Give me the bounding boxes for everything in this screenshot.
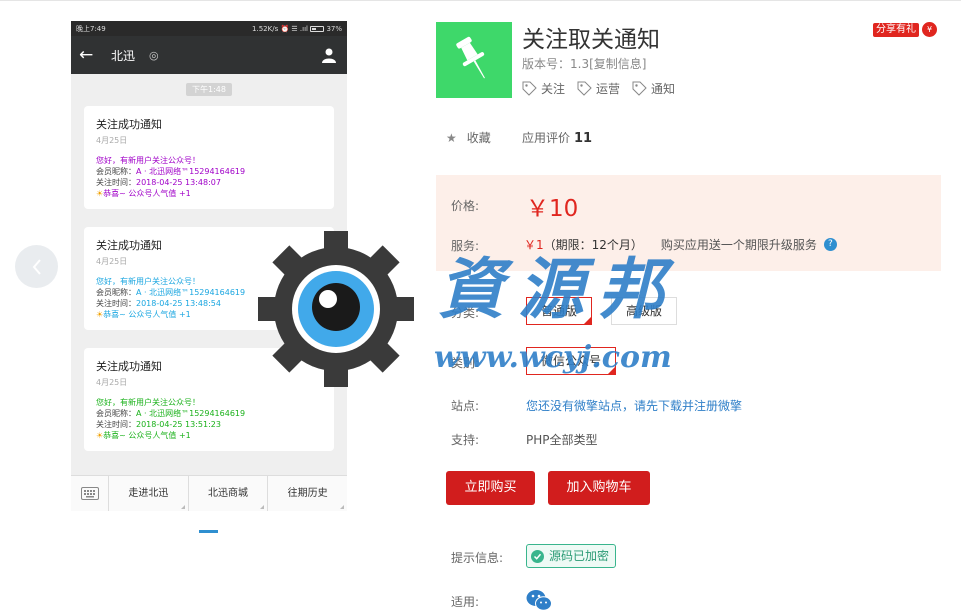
message-time: 2018-04-25 13:48:07	[136, 178, 221, 187]
status-time: 晚上7:49	[76, 24, 106, 33]
location-pin-icon: ◎	[149, 48, 159, 62]
battery-icon	[310, 25, 325, 32]
apply-label: 适用:	[451, 595, 480, 609]
message-nickname: A · 北迅网络™15294164619	[136, 409, 246, 418]
app-rating[interactable]: 应用评价 11	[522, 129, 592, 146]
message-hello: 您好，有新用户关注公众号！	[96, 156, 200, 165]
tag-item[interactable]: 关注	[522, 80, 565, 97]
message-congrats: 恭喜~ 公众号人气值 +1	[103, 310, 191, 319]
tag-icon	[632, 81, 647, 96]
check-icon	[531, 549, 544, 563]
price-label: 价格:	[451, 199, 480, 213]
option-advanced[interactable]: 高级版	[611, 297, 678, 325]
star-icon: ★	[446, 130, 457, 145]
phone-status-bar: 晚上7:49 1.52K/s ⏰ ☰ .ııl 37%	[71, 21, 347, 36]
help-icon[interactable]: ?	[823, 238, 837, 251]
share-reward-label: 分享有礼	[873, 22, 919, 37]
phone-menu-item: 走进北迅	[109, 475, 189, 511]
chevron-left-icon	[32, 258, 41, 275]
tag-item[interactable]: 运营	[577, 80, 620, 97]
buy-now-button[interactable]: 立即购买	[446, 471, 535, 505]
register-site-link[interactable]: 您还没有微擎站点，请先下载并注册微擎	[526, 397, 742, 414]
service-value: ￥1 （期限：12个月） 购买应用送一个期限升级服务 ?	[524, 236, 837, 253]
message-card: 关注成功通知 4月25日 您好，有新用户关注公众号！ 会员昵称：A · 北迅网络…	[84, 106, 334, 209]
encrypted-label: 源码已加密	[549, 549, 610, 563]
message-congrats: 恭喜~ 公众号人气值 +1	[103, 431, 191, 440]
version-number: 1.3	[570, 57, 590, 71]
encrypted-badge: 源码已加密	[526, 544, 617, 568]
pushpin-icon	[456, 36, 485, 79]
app-title: 关注取关通知	[522, 27, 660, 53]
person-icon	[319, 45, 339, 65]
phone-nav-bar: ← 北迅 ◎	[71, 36, 347, 74]
site-label: 站点:	[451, 399, 480, 413]
top-divider	[0, 0, 961, 1]
type-label: 类别:	[451, 356, 480, 370]
message-congrats: 恭喜~ 公众号人气值 +1	[103, 189, 191, 198]
tag-icon	[522, 81, 537, 96]
message-nickname: A · 北迅网络™15294164619	[136, 288, 246, 297]
option-standard[interactable]: 普通版	[526, 297, 593, 325]
category-label: 分类:	[451, 306, 480, 320]
phone-menu-item: 北迅商城	[189, 475, 269, 511]
watermark-gear-logo	[258, 231, 414, 387]
app-icon	[436, 22, 512, 98]
message-nickname: A · 北迅网络™15294164619	[136, 167, 246, 176]
add-to-cart-button[interactable]: 加入购物车	[548, 471, 650, 505]
keyboard-icon	[71, 475, 109, 511]
favorite-button[interactable]: ★ 收藏	[446, 129, 491, 146]
version-info: 版本号：1.3[复制信息]	[522, 57, 647, 71]
favorite-label: 收藏	[466, 131, 491, 145]
price-panel	[436, 175, 941, 271]
wechat-icon	[526, 590, 552, 611]
tag-list: 关注 运营 通知	[522, 80, 675, 97]
share-reward-badge[interactable]: 分享有礼 ¥	[873, 22, 937, 37]
service-period: （期限：12个月）	[543, 238, 643, 252]
price-value: ￥10	[526, 196, 579, 222]
red-packet-icon: ¥	[922, 22, 937, 37]
tip-label: 提示信息:	[451, 551, 504, 565]
message-hello: 您好，有新用户关注公众号！	[96, 398, 200, 407]
phone-bottom-menu: 走进北迅 北迅商城 往期历史	[71, 475, 347, 511]
copy-info-link[interactable]: [复制信息]	[589, 57, 646, 71]
service-note: 购买应用送一个期限升级服务	[660, 238, 817, 252]
service-label: 服务:	[451, 239, 480, 253]
option-wechat-official[interactable]: 微信公众号	[526, 347, 617, 375]
phone-menu-item: 往期历史	[268, 476, 347, 512]
message-title: 关注成功通知	[96, 118, 162, 131]
tag-icon	[577, 81, 592, 96]
phone-nav-title: 北迅	[111, 48, 136, 63]
tag-item[interactable]: 通知	[632, 80, 675, 97]
back-arrow-icon: ←	[79, 45, 94, 65]
support-label: 支持:	[451, 433, 480, 447]
status-indicators: 1.52K/s ⏰ ☰ .ııl 37%	[252, 24, 342, 33]
message-date: 4月25日	[96, 136, 128, 145]
rating-count: 11	[574, 131, 593, 146]
gallery-prev-button[interactable]	[15, 245, 58, 288]
gallery-indicator[interactable]	[199, 530, 218, 533]
time-chip: 下午1:48	[186, 83, 232, 96]
support-value: PHP全部类型	[526, 433, 598, 447]
message-time: 2018-04-25 13:51:23	[136, 420, 221, 429]
message-time: 2018-04-25 13:48:54	[136, 299, 221, 308]
service-price: ￥1	[524, 238, 544, 252]
